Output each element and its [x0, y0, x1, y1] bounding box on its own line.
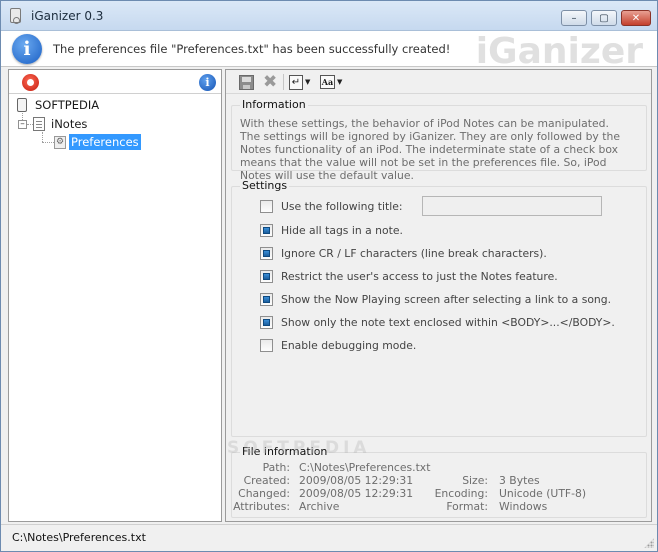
checkbox[interactable] [260, 199, 273, 213]
setting-now-playing[interactable]: Show the Now Playing screen after select… [260, 291, 611, 307]
setting-label: Show the Now Playing screen after select… [281, 292, 612, 306]
setting-body-only[interactable]: Show only the note text enclosed within … [260, 314, 615, 330]
encoding-value: Unicode (UTF-8) [499, 487, 587, 500]
tree-item-inotes[interactable]: iNotes [33, 115, 87, 133]
created-label: Created: [243, 474, 290, 487]
checkbox[interactable] [260, 338, 273, 352]
minimize-button[interactable]: – [561, 10, 587, 26]
created-value: 2009/08/05 12:29:31 [299, 474, 414, 487]
navigation-panel: i SOFTPEDIA – iNotes ⚙ Preferences [8, 69, 222, 522]
checkbox[interactable] [260, 223, 273, 237]
ipod-icon[interactable] [22, 74, 39, 91]
file-information-group: File information Path: C:\Notes\Preferen… [231, 445, 647, 518]
info-icon: i [12, 34, 42, 64]
information-text: With these settings, the behavior of iPo… [240, 117, 620, 182]
encoding-label: Encoding: [434, 487, 488, 500]
return-icon: ↵ [289, 74, 303, 90]
save-icon [239, 74, 254, 90]
title-bar[interactable]: iGanizer 0.3 – ▢ ✕ [1, 1, 657, 31]
setting-debugging[interactable]: Enable debugging mode. [260, 337, 416, 353]
tree-item-preferences[interactable]: ⚙ Preferences [54, 133, 141, 151]
path-label: Path: [262, 461, 290, 474]
font-button[interactable]: Aa ▼ [320, 73, 342, 91]
status-bar: C:\Notes\Preferences.txt [1, 524, 657, 551]
chevron-down-icon: ▼ [305, 78, 311, 86]
tree-item-label: iNotes [51, 117, 88, 131]
setting-label: Show only the note text enclosed within … [281, 315, 615, 329]
ipod-device-icon [17, 98, 27, 112]
format-label: Format: [446, 500, 488, 513]
close-button[interactable]: ✕ [621, 10, 651, 26]
size-label: Size: [462, 474, 488, 487]
checkbox[interactable] [260, 315, 273, 329]
setting-hide-tags[interactable]: Hide all tags in a note. [260, 222, 403, 238]
delete-icon: ✖ [263, 72, 278, 92]
ipod-app-icon [10, 8, 21, 24]
brand-logo: iGanizer [475, 31, 643, 72]
path-value: C:\Notes\Preferences.txt [299, 461, 431, 474]
chevron-down-icon: ▼ [337, 78, 343, 86]
setting-label: Restrict the user's access to just the N… [281, 269, 558, 283]
setting-restrict-access[interactable]: Restrict the user's access to just the N… [260, 268, 558, 284]
setting-label: Use the following title: [281, 199, 403, 213]
app-window: iGanizer 0.3 – ▢ ✕ i The preferences fil… [0, 0, 658, 552]
attributes-label: Attributes: [233, 500, 290, 513]
checkbox[interactable] [260, 269, 273, 283]
tree-item-label: Preferences [69, 134, 141, 150]
banner-message: The preferences file "Preferences.txt" h… [53, 42, 451, 56]
changed-value: 2009/08/05 12:29:31 [299, 487, 414, 500]
delete-button[interactable]: ✖ [263, 73, 277, 91]
preferences-file-icon: ⚙ [54, 135, 66, 149]
information-title: Information [240, 98, 308, 111]
setting-ignore-crlf[interactable]: Ignore CR / LF characters (line break ch… [260, 245, 547, 261]
font-icon: Aa [320, 75, 335, 89]
setting-label: Ignore CR / LF characters (line break ch… [281, 246, 547, 260]
info-icon[interactable]: i [199, 74, 216, 91]
settings-group: Settings Use the following title: Hide a… [231, 179, 647, 437]
checkbox[interactable] [260, 292, 273, 306]
insert-return-button[interactable]: ↵ ▼ [289, 73, 310, 91]
status-path: C:\Notes\Preferences.txt [12, 531, 146, 544]
watermark: SOFTPEDIA [227, 438, 371, 458]
tree-item-device[interactable]: SOFTPEDIA [17, 96, 99, 114]
attributes-value: Archive [299, 500, 340, 513]
title-input[interactable] [422, 196, 602, 216]
maximize-button[interactable]: ▢ [591, 10, 617, 26]
size-value: 3 Bytes [499, 474, 540, 487]
checkbox[interactable] [260, 246, 273, 260]
notes-icon [33, 117, 45, 131]
settings-title: Settings [240, 179, 290, 192]
setting-label: Hide all tags in a note. [281, 223, 403, 237]
resize-grip-icon[interactable] [644, 538, 654, 548]
changed-label: Changed: [238, 487, 290, 500]
tree-item-label: SOFTPEDIA [35, 98, 100, 112]
format-value: Windows [499, 500, 548, 513]
navigation-header: i [9, 70, 221, 94]
notification-banner: i The preferences file "Preferences.txt"… [1, 31, 657, 72]
save-button[interactable] [239, 73, 254, 91]
collapse-icon[interactable]: – [18, 120, 27, 129]
window-title: iGanizer 0.3 [31, 9, 104, 23]
setting-custom-title[interactable]: Use the following title: [260, 196, 602, 216]
information-group: Information With these settings, the beh… [231, 98, 647, 182]
setting-label: Enable debugging mode. [281, 338, 417, 352]
toolbar: ✖ ↵ ▼ Aa ▼ [226, 70, 651, 94]
